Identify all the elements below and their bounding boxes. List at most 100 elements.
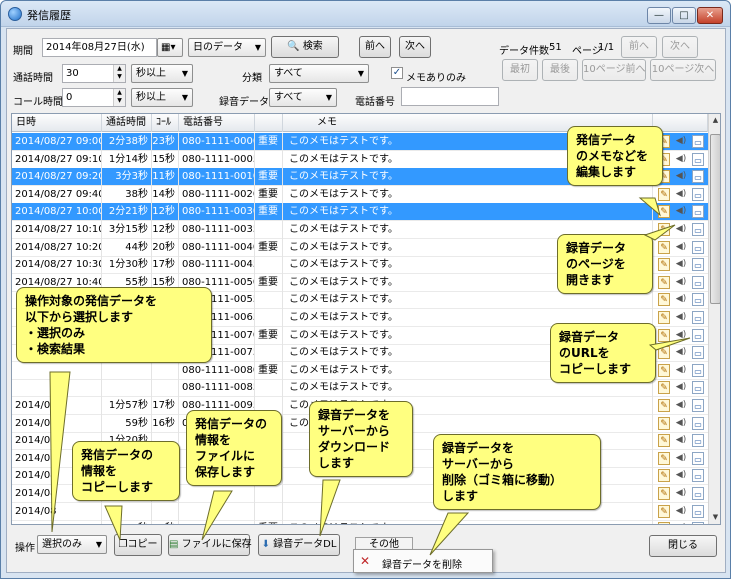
copy-url-icon[interactable]: ▭ xyxy=(692,152,704,166)
scroll-thumb[interactable] xyxy=(710,134,720,304)
edit-memo-icon[interactable]: ✎ xyxy=(658,346,670,360)
call-count-input[interactable]: 0 ▲ ▼ xyxy=(62,88,126,107)
copy-url-icon[interactable]: ▭ xyxy=(692,381,704,395)
edit-memo-icon[interactable]: ✎ xyxy=(658,223,670,236)
speaker-icon[interactable]: ◀) xyxy=(675,170,687,183)
copy-url-icon[interactable]: ▭ xyxy=(692,223,704,236)
speaker-icon[interactable]: ◀) xyxy=(675,258,687,271)
category-select[interactable]: すべて ▼ xyxy=(269,64,369,83)
edit-memo-icon[interactable]: ✎ xyxy=(658,469,670,483)
edit-memo-icon[interactable]: ✎ xyxy=(658,205,670,219)
edit-memo-icon[interactable]: ✎ xyxy=(658,363,670,377)
copy-url-icon[interactable]: ▭ xyxy=(692,258,704,272)
copy-url-icon[interactable]: ▭ xyxy=(692,311,704,324)
edit-memo-icon[interactable]: ✎ xyxy=(658,258,670,272)
copy-url-icon[interactable]: ▭ xyxy=(692,346,704,360)
speaker-icon[interactable]: ◀) xyxy=(675,364,687,377)
download-button[interactable]: ⬇ 録音データDL xyxy=(258,534,340,556)
page-prev-button[interactable]: 前へ xyxy=(621,36,657,58)
edit-memo-icon[interactable]: ✎ xyxy=(658,522,670,524)
edit-memo-icon[interactable]: ✎ xyxy=(658,187,670,201)
copy-url-icon[interactable]: ▭ xyxy=(692,451,704,465)
table-row[interactable]: 2014/08/27 13:4052秒14秒0-1111-0140重要このメモは… xyxy=(12,520,708,524)
search-button[interactable]: 🔍 検索 xyxy=(271,36,339,58)
call-count-unit-select[interactable]: 秒以上 ▼ xyxy=(131,88,193,107)
last-page-button[interactable]: 最後 xyxy=(542,59,578,81)
speaker-icon[interactable]: ◀) xyxy=(675,329,687,342)
copy-url-icon[interactable]: ▭ xyxy=(692,416,704,430)
col-call[interactable]: ｺｰﾙ xyxy=(152,114,179,132)
spinner-icon[interactable]: ▲ ▼ xyxy=(113,65,125,82)
page-next-button[interactable]: 次へ xyxy=(662,36,698,58)
close-button[interactable]: 閉じる xyxy=(649,535,717,557)
vertical-scrollbar[interactable]: ▲ ▼ xyxy=(708,114,720,524)
edit-memo-icon[interactable]: ✎ xyxy=(658,240,670,254)
save-file-button[interactable]: ▤ ファイルに保存 xyxy=(168,534,252,556)
scroll-down-icon[interactable]: ▼ xyxy=(709,511,720,523)
copy-url-icon[interactable]: ▭ xyxy=(692,522,704,524)
col-important[interactable] xyxy=(255,114,283,132)
speaker-icon[interactable]: ◀) xyxy=(675,188,687,201)
delete-recording-item[interactable]: 録音データを削除 xyxy=(382,556,462,571)
speaker-icon[interactable]: ◀) xyxy=(675,346,687,359)
rec-select[interactable]: すべて ▼ xyxy=(269,88,337,107)
edit-memo-icon[interactable]: ✎ xyxy=(658,275,670,289)
speaker-icon[interactable]: ◀) xyxy=(675,223,687,236)
edit-memo-icon[interactable]: ✎ xyxy=(658,328,670,342)
copy-button[interactable]: ❐コピー xyxy=(114,534,162,556)
memo-only-checkbox[interactable]: ✓ xyxy=(391,67,403,79)
copy-url-icon[interactable]: ▭ xyxy=(692,434,704,448)
copy-url-icon[interactable]: ▭ xyxy=(692,504,704,518)
speaker-icon[interactable]: ◀) xyxy=(675,381,687,394)
edit-memo-icon[interactable]: ✎ xyxy=(658,293,670,307)
edit-memo-icon[interactable]: ✎ xyxy=(658,434,670,448)
prev-day-button[interactable]: 前へ xyxy=(359,36,391,58)
speaker-icon[interactable]: ◀) xyxy=(675,205,687,218)
edit-memo-icon[interactable]: ✎ xyxy=(658,504,670,518)
minimize-button[interactable]: — xyxy=(647,7,671,24)
speaker-icon[interactable]: ◀) xyxy=(675,153,687,166)
speaker-icon[interactable]: ◀) xyxy=(675,487,687,500)
edit-memo-icon[interactable]: ✎ xyxy=(658,311,670,324)
copy-url-icon[interactable]: ▭ xyxy=(692,328,704,342)
speaker-icon[interactable]: ◀) xyxy=(675,505,687,518)
next10-button[interactable]: 10ページ次へ xyxy=(650,59,716,81)
copy-url-icon[interactable]: ▭ xyxy=(692,205,704,219)
table-row[interactable]: 2014/08/27 09:40 38秒 14秒 080-1111-0020 重要 このメ… xyxy=(12,185,708,204)
copy-url-icon[interactable]: ▭ xyxy=(692,399,704,412)
copy-url-icon[interactable]: ▭ xyxy=(692,363,704,377)
edit-memo-icon[interactable]: ✎ xyxy=(658,416,670,430)
edit-memo-icon[interactable]: ✎ xyxy=(658,381,670,395)
copy-url-icon[interactable]: ▭ xyxy=(692,469,704,483)
speaker-icon[interactable]: ◀) xyxy=(675,293,687,306)
operation-select[interactable]: 選択のみ ▼ xyxy=(37,535,107,554)
table-row[interactable]: 2014/08/27 10:00 2分21秒 12秒 080-1111-0030 重要こ… xyxy=(12,203,708,222)
edit-memo-icon[interactable]: ✎ xyxy=(658,487,670,500)
copy-url-icon[interactable]: ▭ xyxy=(692,170,704,184)
speaker-icon[interactable]: ◀) xyxy=(675,522,687,524)
scroll-up-icon[interactable]: ▲ xyxy=(709,114,720,126)
copy-url-icon[interactable]: ▭ xyxy=(692,187,704,201)
range-select[interactable]: 日のデータ ▼ xyxy=(188,38,266,57)
spinner-icon[interactable]: ▲ ▼ xyxy=(113,89,125,106)
speaker-icon[interactable]: ◀) xyxy=(675,135,687,148)
prev10-button[interactable]: 10ページ前へ xyxy=(582,59,646,81)
date-field[interactable]: 2014年08月27日(水) xyxy=(42,38,157,57)
table-row[interactable]: 2014/08 ✎ ◀) ▭ xyxy=(12,502,708,521)
call-time-input[interactable]: 30 ▲ ▼ xyxy=(62,64,126,83)
calendar-dropdown-icon[interactable]: ▦▾ xyxy=(157,38,183,57)
col-duration[interactable]: 通話時間 xyxy=(102,114,152,132)
copy-url-icon[interactable]: ▭ xyxy=(692,275,704,289)
copy-url-icon[interactable]: ▭ xyxy=(692,135,704,148)
close-window-button[interactable]: ✕ xyxy=(697,7,723,24)
phone-input[interactable] xyxy=(401,87,499,106)
speaker-icon[interactable]: ◀) xyxy=(675,276,687,289)
speaker-icon[interactable]: ◀) xyxy=(675,417,687,430)
speaker-icon[interactable]: ◀) xyxy=(675,241,687,254)
maximize-button[interactable]: □ xyxy=(672,7,696,24)
speaker-icon[interactable]: ◀) xyxy=(675,434,687,447)
speaker-icon[interactable]: ◀) xyxy=(675,311,687,324)
speaker-icon[interactable]: ◀) xyxy=(675,469,687,482)
call-time-unit-select[interactable]: 秒以上 ▼ xyxy=(131,64,193,83)
copy-url-icon[interactable]: ▭ xyxy=(692,240,704,254)
